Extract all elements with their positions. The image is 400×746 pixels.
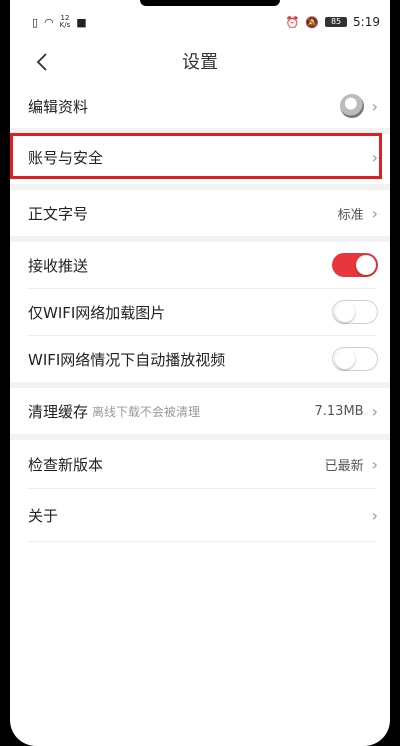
wifi-images-row: 仅WIFI网络加载图片 <box>10 289 390 335</box>
check-update-label: 检查新版本 <box>28 455 104 474</box>
receive-push-label: 接收推送 <box>28 256 89 275</box>
chevron-right-icon: › <box>371 454 378 474</box>
receive-push-right <box>332 253 378 277</box>
sim-card-icon: ▯ <box>32 15 39 29</box>
wifi-images-label: 仅WIFI网络加载图片 <box>28 303 166 322</box>
toggle-knob <box>335 302 355 322</box>
wifi-images-toggle[interactable] <box>332 300 378 324</box>
receive-push-toggle[interactable] <box>332 253 378 277</box>
wifi-autoplay-label: WIFI网络情况下自动播放视频 <box>28 350 226 369</box>
settings-screen: ▯ ◠ 12 K/s ■ ⏰ 🔕 85 5:19 设置 编辑资料 › 账号与安全… <box>10 0 390 746</box>
chevron-right-icon: › <box>371 203 378 223</box>
edit-profile-row[interactable]: 编辑资料 › <box>10 84 390 128</box>
page-title: 设置 <box>182 52 218 73</box>
wifi-autoplay-right <box>332 347 378 371</box>
status-bar-left: ▯ ◠ 12 K/s ■ <box>32 12 87 32</box>
battery-indicator: 85 <box>325 17 348 27</box>
mute-icon: 🔕 <box>305 15 320 29</box>
phone-frame: ▯ ◠ 12 K/s ■ ⏰ 🔕 85 5:19 设置 编辑资料 › 账号与安全… <box>0 0 400 746</box>
chevron-right-icon: › <box>371 505 378 525</box>
network-speed-unit: K/s <box>59 21 71 29</box>
network-speed: 12 K/s <box>60 15 71 29</box>
clear-cache-right: 7.13MB › <box>315 402 379 421</box>
about-right: › <box>372 506 378 525</box>
status-bar-right: ⏰ 🔕 85 5:19 <box>286 12 380 32</box>
chevron-right-icon: › <box>371 96 378 116</box>
clear-cache-row[interactable]: 清理缓存 离线下载不会被清理 7.13MB › <box>10 388 390 434</box>
header: 设置 <box>10 40 390 82</box>
camera-notch <box>140 0 280 6</box>
cache-size: 7.13MB <box>314 403 364 419</box>
toggle-knob <box>356 255 376 275</box>
alarm-icon: ⏰ <box>285 15 300 29</box>
font-size-row[interactable]: 正文字号 标准 › <box>10 190 390 236</box>
font-size-value: 标准 <box>337 207 364 223</box>
notification-icon: ■ <box>76 15 87 29</box>
font-size-right: 标准 › <box>338 204 378 223</box>
check-update-right: 已最新 › <box>325 455 378 474</box>
wifi-icon: ◠ <box>44 15 54 29</box>
edit-profile-label: 编辑资料 <box>28 97 89 116</box>
chevron-right-icon: › <box>371 401 378 421</box>
status-time: 5:19 <box>353 15 380 29</box>
about-row[interactable]: 关于 › <box>10 489 390 541</box>
clear-cache-note: 离线下载不会被清理 <box>92 404 201 419</box>
clear-cache-label: 清理缓存 <box>28 402 89 421</box>
edit-profile-right: › <box>339 94 378 118</box>
font-size-label: 正文字号 <box>28 204 89 223</box>
toggle-knob <box>335 349 355 369</box>
avatar <box>339 94 364 118</box>
highlight-box <box>10 133 382 179</box>
wifi-images-right <box>332 300 378 324</box>
check-update-value: 已最新 <box>324 458 364 474</box>
wifi-autoplay-row: WIFI网络情况下自动播放视频 <box>10 336 390 382</box>
status-bar: ▯ ◠ 12 K/s ■ ⏰ 🔕 85 5:19 <box>10 12 390 32</box>
receive-push-row: 接收推送 <box>10 242 390 288</box>
check-update-row[interactable]: 检查新版本 已最新 › <box>10 440 390 488</box>
row-divider <box>28 541 376 542</box>
wifi-autoplay-toggle[interactable] <box>332 347 378 371</box>
about-label: 关于 <box>28 506 59 525</box>
